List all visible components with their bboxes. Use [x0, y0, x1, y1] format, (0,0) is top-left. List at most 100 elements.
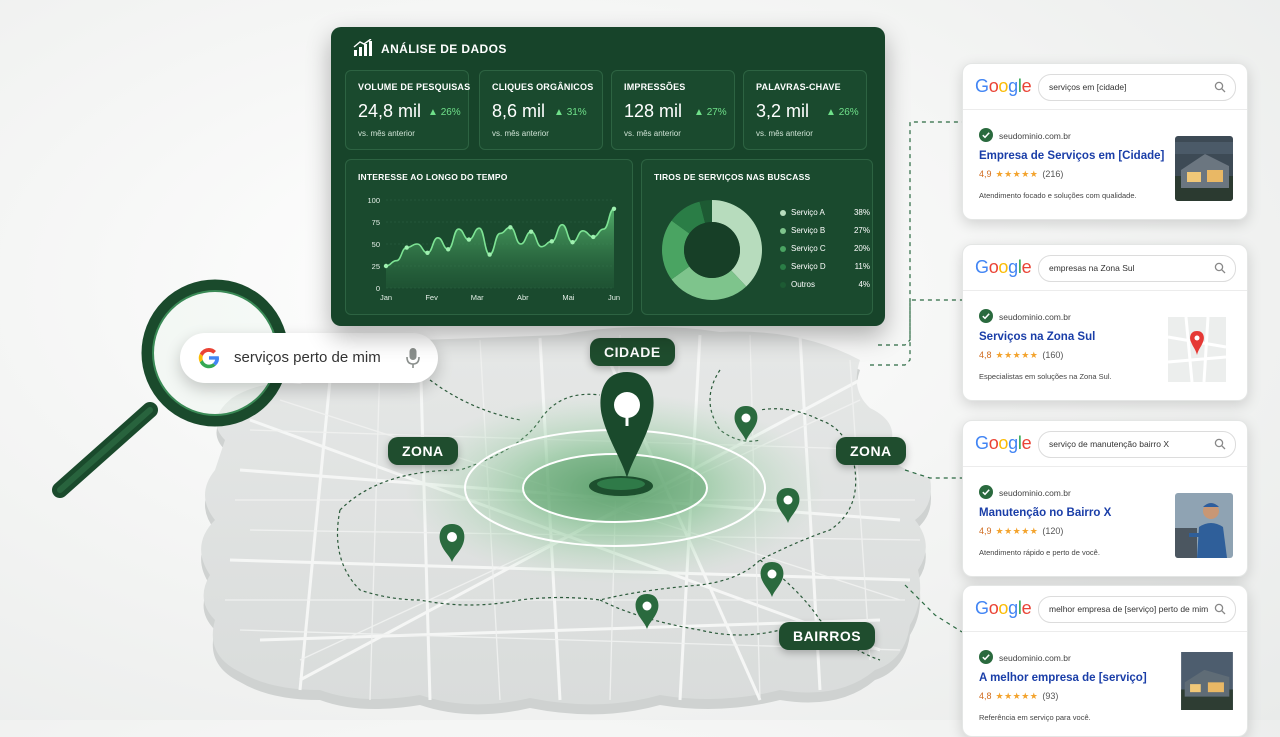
result-rating: 4,9 ★★★★★ (120) [979, 526, 1063, 537]
legend-dot [780, 245, 786, 252]
map-label-zone-left: ZONA [388, 437, 458, 465]
legend-dot [780, 227, 786, 234]
data-point [508, 225, 513, 230]
result-description: Referência em serviço para você. [979, 713, 1091, 722]
kpi-value: 128 mil [624, 101, 683, 121]
legend-value: 4% [858, 280, 870, 289]
search-query: serviços perto de mim [234, 349, 381, 366]
result-title-link[interactable]: Serviços na Zona Sul [979, 331, 1095, 343]
x-tick-label: Fev [425, 293, 438, 302]
legend-label: Serviço B [791, 226, 826, 235]
search-result-card-neighborhood[interactable]: Google serviço de manutenção bairro X se… [962, 420, 1248, 577]
google-g-icon [198, 347, 219, 369]
kpi-card-organic-clicks: CLIQUES ORGÂNICOS 8,6 mil ▲ 31% vs. mês … [479, 70, 603, 150]
divider [963, 109, 1247, 110]
kpi-delta-value: 31% [566, 107, 587, 118]
arrow-up-icon: ▲ [428, 107, 441, 118]
map-pin-thumbnail [1167, 317, 1227, 382]
review-count: (120) [1042, 526, 1064, 536]
legend-dot [780, 281, 786, 288]
search-query-text: empresas na Zona Sul [1049, 263, 1135, 273]
house-photo-thumbnail [1175, 136, 1233, 201]
service-types-panel: TIROS DE SERVIÇOS NAS BUSCASS Serviço A 3… [641, 159, 873, 315]
kpi-delta: ▲ 27% [694, 107, 727, 118]
search-icon[interactable] [1214, 262, 1226, 274]
x-tick-label: Mai [562, 293, 574, 302]
result-rating: 4,8 ★★★★★ (160) [979, 350, 1063, 361]
data-point [383, 263, 389, 269]
result-description: Especialistas em soluções na Zona Sul. [979, 372, 1112, 381]
kpi-subtext: vs. mês anterior [756, 129, 813, 138]
star-rating-icon: ★★★★★ [995, 691, 1039, 701]
kpi-subtext: vs. mês anterior [624, 129, 681, 138]
rating-value: 4,8 [979, 691, 992, 701]
map-label-city: CIDADE [590, 338, 675, 366]
verified-check-icon [979, 650, 993, 664]
result-domain: seudominio.com.br [999, 488, 1071, 498]
search-result-card-zone[interactable]: Google empresas na Zona Sul seudominio.c… [962, 244, 1248, 401]
search-result-card-best[interactable]: Google melhor empresa de [serviço] perto… [962, 585, 1248, 737]
legend-value: 27% [853, 226, 870, 235]
kpi-label: VOLUME DE PESQUISAS [358, 82, 471, 92]
search-query-text: serviços em [cidade] [1049, 82, 1127, 92]
kpi-delta-value: 26% [440, 107, 461, 118]
kpi-card-impressions: IMPRESSÕES 128 mil ▲ 27% vs. mês anterio… [611, 70, 735, 150]
review-count: (216) [1042, 169, 1064, 179]
data-point [549, 239, 555, 244]
search-bar[interactable]: serviços perto de mim [180, 333, 438, 383]
search-result-card-city[interactable]: Google serviços em [cidade] seudominio.c… [962, 63, 1248, 220]
search-input[interactable]: melhor empresa de [serviço] perto de mim [1038, 596, 1236, 623]
kpi-value: 24,8 mil [358, 101, 422, 121]
area-fill [386, 208, 614, 288]
search-query-text: melhor empresa de [serviço] perto de mim [1049, 604, 1209, 614]
legend-value: 38% [853, 208, 870, 217]
x-tick-label: Mar [471, 293, 484, 302]
kpi-card-search-volume: VOLUME DE PESQUISAS 24,8 mil ▲ 26% vs. m… [345, 70, 471, 150]
dashboard-title: ANÁLISE DE DADOS [381, 42, 507, 56]
y-tick-label: 75 [372, 218, 380, 227]
analytics-dashboard: ANÁLISE DE DADOS VOLUME DE PESQUISAS 24,… [331, 27, 885, 326]
kpi-delta-value: 26% [838, 107, 859, 118]
result-domain: seudominio.com.br [999, 131, 1071, 141]
kpi-label: IMPRESSÕES [624, 82, 686, 92]
legend-item: Serviço D 11% [780, 262, 870, 271]
search-icon[interactable] [1214, 81, 1226, 93]
data-point [466, 237, 472, 242]
result-description: Atendimento rápido e perto de você. [979, 548, 1100, 557]
google-logo: Google [975, 76, 1032, 96]
result-title-link[interactable]: Empresa de Serviços em [Cidade] [979, 150, 1164, 162]
technician-photo-thumbnail [1175, 493, 1233, 558]
rating-value: 4,9 [979, 169, 992, 179]
y-tick-label: 0 [376, 284, 380, 293]
kpi-delta-value: 27% [706, 107, 727, 118]
x-tick-label: Jun [608, 293, 620, 302]
result-title-link[interactable]: Manutenção no Bairro X [979, 507, 1111, 519]
data-point [404, 245, 409, 250]
map-label-zone-right: ZONA [836, 437, 906, 465]
data-point [528, 229, 534, 234]
result-title-link[interactable]: A melhor empresa de [serviço] [979, 672, 1147, 684]
legend-item: Outros 4% [780, 280, 870, 289]
x-tick-label: Abr [517, 293, 529, 302]
kpi-delta: ▲ 31% [554, 107, 587, 118]
result-domain: seudominio.com.br [999, 312, 1071, 322]
search-icon[interactable] [1214, 438, 1226, 450]
interest-over-time-panel: INTERESSE AO LONGO DO TEMPO 0 25 50 75 100 Ja… [345, 159, 633, 315]
microphone-icon[interactable] [406, 347, 420, 369]
kpi-card-keywords: PALAVRAS-CHAVE 3,2 mil ▲ 26% vs. mês ant… [743, 70, 867, 150]
data-point [487, 252, 492, 257]
search-input[interactable]: serviço de manutenção bairro X [1038, 431, 1236, 458]
kpi-subtext: vs. mês anterior [492, 129, 549, 138]
verified-check-icon [979, 309, 993, 323]
legend-item: Serviço B 27% [780, 226, 870, 235]
y-tick-label: 100 [367, 196, 380, 205]
search-input[interactable]: empresas na Zona Sul [1038, 255, 1236, 282]
review-count: (93) [1042, 691, 1059, 701]
x-tick-label: Jan [380, 293, 392, 302]
divider [963, 631, 1247, 632]
data-point [611, 206, 617, 211]
search-icon[interactable] [1214, 603, 1226, 615]
result-description: Atendimento focado e soluções com qualid… [979, 191, 1137, 200]
search-input[interactable]: serviços em [cidade] [1038, 74, 1236, 101]
result-rating: 4,9 ★★★★★ (216) [979, 169, 1063, 180]
